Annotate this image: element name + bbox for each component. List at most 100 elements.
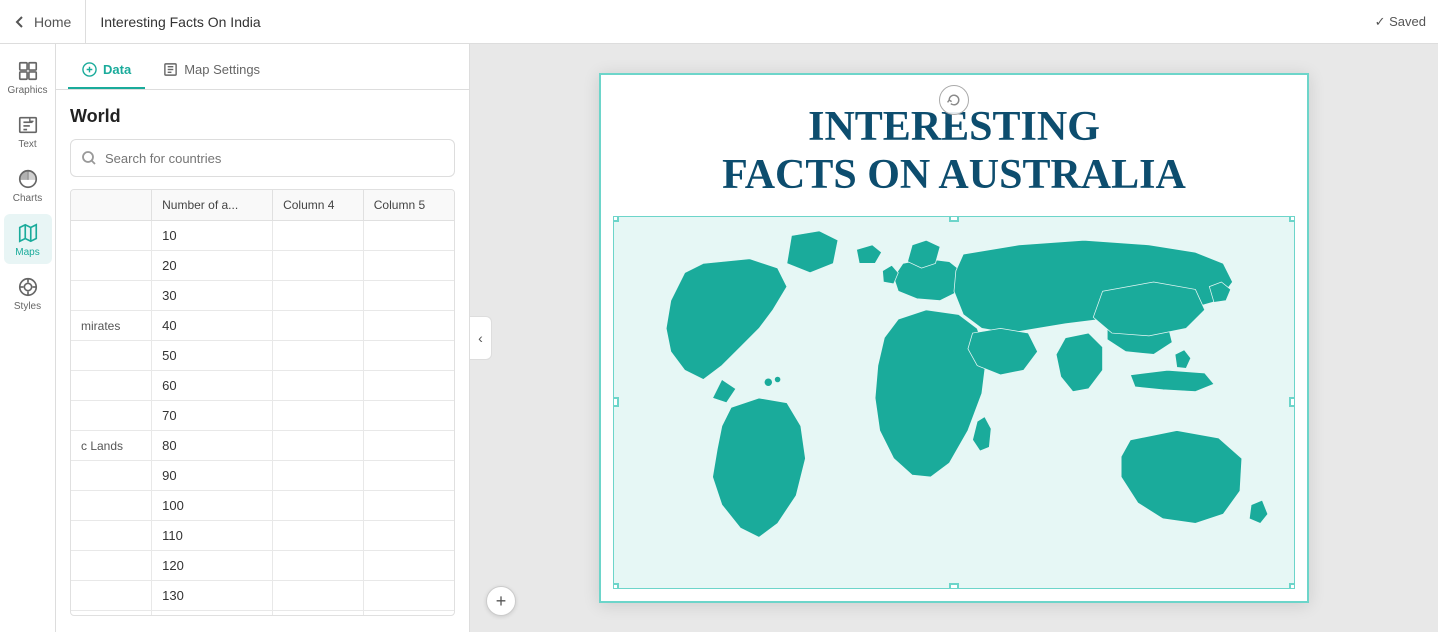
- sidebar-item-charts[interactable]: Charts: [4, 160, 52, 210]
- table-row[interactable]: 120: [71, 551, 454, 581]
- cell-col4: [273, 311, 364, 341]
- table-row[interactable]: 10: [71, 221, 454, 251]
- cell-col4: [273, 611, 364, 617]
- cell-col5: [363, 551, 454, 581]
- cell-col4: [273, 491, 364, 521]
- cell-col5: [363, 491, 454, 521]
- topbar: Home Interesting Facts On India ✓ Saved: [0, 0, 1438, 44]
- cell-country: [71, 491, 152, 521]
- col-header-country: [71, 190, 152, 221]
- cell-country: [71, 221, 152, 251]
- table-row[interactable]: 100: [71, 491, 454, 521]
- slide-title-line2: FACTS ON AUSTRALIA: [722, 152, 1186, 198]
- cell-number: 30: [152, 281, 273, 311]
- cell-number: 60: [152, 371, 273, 401]
- search-box[interactable]: [70, 139, 455, 177]
- col-header-col4[interactable]: Column 4: [273, 190, 364, 221]
- handle-bl[interactable]: [613, 583, 619, 589]
- search-icon: [81, 150, 97, 166]
- search-input[interactable]: [105, 151, 444, 166]
- cell-number: 90: [152, 461, 273, 491]
- handle-br[interactable]: [1289, 583, 1295, 589]
- cell-col5: [363, 221, 454, 251]
- cell-number: 50: [152, 341, 273, 371]
- collapse-panel-button[interactable]: ‹: [470, 316, 492, 360]
- cell-country: [71, 461, 152, 491]
- cell-col5: [363, 521, 454, 551]
- cell-col5: [363, 461, 454, 491]
- table-row[interactable]: 90: [71, 461, 454, 491]
- charts-label: Charts: [13, 193, 42, 204]
- col-header-number[interactable]: Number of a...: [152, 190, 273, 221]
- cell-country: [71, 251, 152, 281]
- cell-col5: [363, 581, 454, 611]
- tab-data[interactable]: Data: [68, 54, 145, 89]
- add-button[interactable]: +: [486, 586, 516, 616]
- cell-country: [71, 551, 152, 581]
- handle-tl[interactable]: [613, 216, 619, 222]
- cell-country: [71, 371, 152, 401]
- table-row[interactable]: c Lands 80: [71, 431, 454, 461]
- cell-number: 40: [152, 311, 273, 341]
- cell-col4: [273, 581, 364, 611]
- cell-number: 80: [152, 431, 273, 461]
- sidebar-item-maps[interactable]: Maps: [4, 214, 52, 264]
- icon-bar: Graphics Text Charts: [0, 44, 56, 632]
- cell-col5: [363, 431, 454, 461]
- maps-label: Maps: [15, 247, 39, 258]
- rotate-handle[interactable]: [939, 85, 969, 115]
- cell-col5: [363, 311, 454, 341]
- cell-country: [71, 281, 152, 311]
- cell-col5: [363, 281, 454, 311]
- back-button[interactable]: Home: [12, 0, 86, 43]
- text-label: Text: [18, 139, 36, 150]
- table-row[interactable]: mirates 40: [71, 311, 454, 341]
- handle-tr[interactable]: [1289, 216, 1295, 222]
- cell-col4: [273, 521, 364, 551]
- cell-col5: [363, 611, 454, 617]
- document-title: Interesting Facts On India: [86, 14, 1374, 30]
- handle-lm[interactable]: [613, 397, 619, 407]
- sidebar-item-text[interactable]: Text: [4, 106, 52, 156]
- col-header-col5[interactable]: Column 5: [363, 190, 454, 221]
- cell-number: 120: [152, 551, 273, 581]
- cell-col4: [273, 371, 364, 401]
- cell-number: 110: [152, 521, 273, 551]
- cell-col4: [273, 431, 364, 461]
- map-frame: [613, 216, 1295, 589]
- tab-map-settings[interactable]: Map Settings: [149, 54, 274, 89]
- side-panel: Data Map Settings World: [56, 44, 470, 632]
- table-row[interactable]: 110: [71, 521, 454, 551]
- table-row[interactable]: 70: [71, 401, 454, 431]
- cell-country: [71, 581, 152, 611]
- table-row[interactable]: 20: [71, 251, 454, 281]
- table-row[interactable]: 60: [71, 371, 454, 401]
- table-row[interactable]: 50: [71, 341, 454, 371]
- world-map-svg: [614, 217, 1294, 588]
- cell-col5: [363, 251, 454, 281]
- tab-data-label: Data: [103, 62, 131, 77]
- cell-col4: [273, 461, 364, 491]
- table-row[interactable]: 140: [71, 611, 454, 617]
- table-row[interactable]: 30: [71, 281, 454, 311]
- cell-col5: [363, 371, 454, 401]
- slide-container: INTERESTING FACTS ON AUSTRALIA: [599, 73, 1309, 603]
- cell-col5: [363, 341, 454, 371]
- table-body: 10 20 30 mirates 40 50 60: [71, 221, 454, 617]
- cell-col4: [273, 251, 364, 281]
- cell-col4: [273, 221, 364, 251]
- sidebar-item-graphics[interactable]: Graphics: [4, 52, 52, 102]
- handle-tm[interactable]: [949, 216, 959, 222]
- cell-country: [71, 341, 152, 371]
- table-header-row: Number of a... Column 4 Column 5: [71, 190, 454, 221]
- data-table-wrapper[interactable]: Number of a... Column 4 Column 5 10 20 3…: [70, 189, 455, 616]
- sidebar-item-styles[interactable]: Styles: [4, 268, 52, 318]
- handle-rm[interactable]: [1289, 397, 1295, 407]
- cell-number: 20: [152, 251, 273, 281]
- world-title: World: [70, 106, 455, 127]
- cell-number: 70: [152, 401, 273, 431]
- handle-bm[interactable]: [949, 583, 959, 589]
- panel-tabs: Data Map Settings: [56, 44, 469, 90]
- cell-number: 130: [152, 581, 273, 611]
- table-row[interactable]: 130: [71, 581, 454, 611]
